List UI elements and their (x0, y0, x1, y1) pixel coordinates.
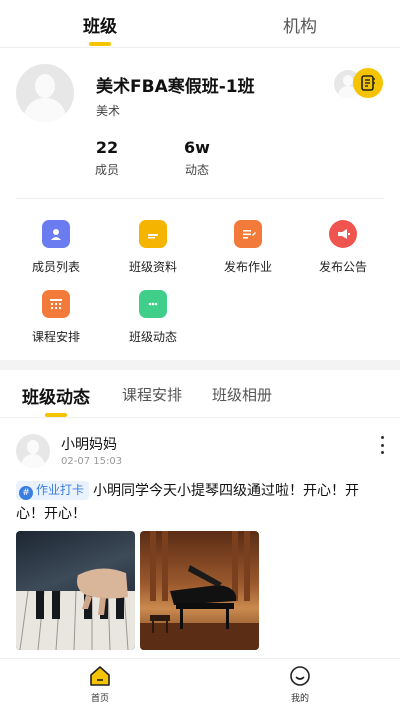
homework-checkin-tag[interactable]: # 作业打卡 (16, 481, 90, 500)
stat-members-label: 成员 (94, 163, 119, 177)
tab-class-posts[interactable]: 班级动态 (22, 383, 90, 417)
tag-label: 作业打卡 (36, 483, 85, 497)
feature-label: 课程安排 (31, 330, 80, 344)
stat-posts-value: 6w (184, 138, 210, 157)
piano-keys-photo[interactable] (16, 531, 135, 650)
feature-member-list[interactable]: 成员列表 (14, 220, 98, 275)
more-options-icon[interactable] (378, 436, 386, 454)
grand-piano-photo[interactable] (140, 531, 259, 650)
post-time: 02-07 15:03 (61, 456, 123, 467)
schedule-icon (42, 290, 70, 318)
post-author[interactable]: 小明妈妈 (61, 434, 117, 454)
stat-posts-label: 动态 (184, 163, 209, 177)
class-card-icon[interactable] (353, 68, 383, 98)
feature-publish-homework[interactable]: 发布作业 (206, 220, 290, 275)
class-avatar[interactable] (16, 64, 74, 122)
megaphone-icon (329, 220, 357, 248)
top-tab-bar: 班级 机构 (0, 0, 400, 48)
feature-course-schedule[interactable]: 课程安排 (14, 290, 98, 345)
class-card: 美术FBA寒假班-1班 美术 22 成员 6w 动态 成员列表 班级资料 发布作… (0, 48, 400, 360)
member-list-icon (42, 220, 70, 248)
stat-posts[interactable]: 6w 动态 (177, 138, 217, 178)
home-icon (89, 665, 111, 687)
chat-icon (139, 290, 167, 318)
nav-home-label: 首页 (90, 694, 109, 704)
stat-members-value: 22 (95, 138, 119, 157)
profile-icon (289, 665, 311, 687)
bottom-nav: 首页 我的 (0, 658, 400, 711)
nav-profile[interactable]: 我的 (270, 665, 330, 704)
author-avatar[interactable] (16, 434, 50, 468)
tab-course-schedule[interactable]: 课程安排 (122, 384, 182, 405)
feature-label: 成员列表 (31, 260, 80, 274)
tab-class[interactable]: 班级 (0, 0, 200, 47)
nav-profile-label: 我的 (290, 694, 309, 704)
post-card: 小明妈妈 02-07 15:03 # 作业打卡 小明同学今天小提琴四级通过啦！开心！… (0, 418, 400, 658)
feature-class-files[interactable]: 班级资料 (111, 220, 195, 275)
feature-label: 班级资料 (128, 260, 177, 274)
tab-institution[interactable]: 机构 (200, 0, 400, 47)
post-content: # 作业打卡 小明同学今天小提琴四级通过啦！开心！开心！开心！ (16, 480, 386, 526)
content-tab-bar: 班级动态 课程安排 班级相册 (0, 370, 400, 418)
class-name: 美术FBA寒假班-1班 (96, 77, 255, 97)
section-separator (0, 360, 400, 370)
tab-class-album[interactable]: 班级相册 (212, 384, 272, 405)
publish-homework-icon (234, 220, 262, 248)
hashtag-icon: # (19, 486, 33, 500)
feature-label: 发布公告 (318, 260, 367, 274)
class-subject: 美术 (96, 104, 121, 118)
nav-home[interactable]: 首页 (70, 665, 130, 704)
divider (16, 198, 384, 199)
stat-members[interactable]: 22 成员 (87, 138, 127, 178)
feature-publish-notice[interactable]: 发布公告 (301, 220, 385, 275)
feature-class-posts[interactable]: 班级动态 (111, 290, 195, 345)
class-files-icon (139, 220, 167, 248)
feature-label: 班级动态 (128, 330, 177, 344)
feature-label: 发布作业 (223, 260, 272, 274)
